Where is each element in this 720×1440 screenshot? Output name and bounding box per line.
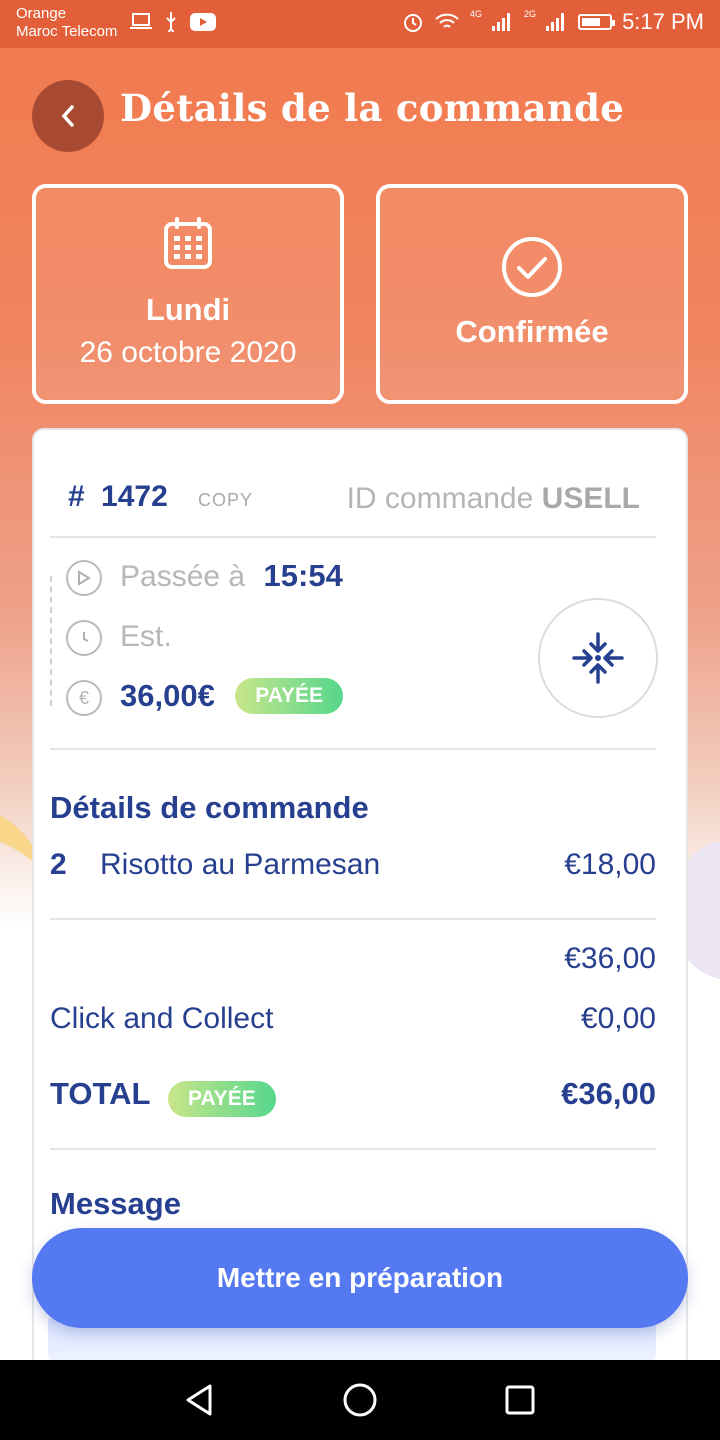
order-id: ID commande USELL — [346, 482, 640, 515]
navigation-bar — [0, 1360, 720, 1440]
order-status: Confirmée — [455, 314, 609, 349]
youtube-icon — [190, 13, 216, 31]
status-bar: Orange Maroc Telecom 4G 2G 5:17 PM — [0, 0, 720, 48]
order-amount: 36,00€ — [120, 678, 215, 713]
system-indicators: 4G 2G 5:17 PM — [402, 9, 704, 35]
start-preparation-button[interactable]: Mettre en préparation — [32, 1228, 688, 1328]
clock-icon — [83, 632, 89, 642]
signal-icon — [546, 13, 568, 31]
compress-arrows-icon — [572, 632, 624, 684]
notification-icons — [130, 12, 216, 32]
signal-icon — [492, 13, 514, 31]
paid-badge: PAYÉE — [168, 1081, 276, 1117]
check-circle-icon — [502, 237, 562, 297]
date-tile: Lundi 26 octobre 2020 — [32, 184, 344, 404]
section-title-message: Message — [50, 1186, 181, 1221]
order-number: # 1472 — [68, 480, 168, 513]
order-day: Lundi — [145, 292, 231, 327]
divider — [50, 1148, 656, 1150]
paid-badge: PAYÉE — [235, 678, 343, 714]
wifi-icon — [435, 13, 459, 28]
subtotal-value: €36,00 — [564, 942, 656, 975]
usb-icon — [166, 12, 176, 32]
order-card: # 1472 COPY ID commande USELL Passée à 1… — [32, 428, 688, 1368]
fee-value: €0,00 — [580, 1002, 656, 1035]
laptop-icon — [130, 13, 152, 29]
order-date: 26 octobre 2020 — [79, 336, 297, 369]
back-button[interactable] — [32, 80, 104, 152]
divider — [50, 918, 656, 920]
total-value: €36,00 — [561, 1076, 656, 1111]
item-name: Risotto au Parmesan — [100, 848, 381, 881]
play-icon — [78, 570, 91, 586]
battery-icon — [578, 14, 616, 30]
placed-at-row: Passée à 15:54 — [120, 558, 343, 593]
timeline-line — [50, 576, 54, 706]
network-type-label: 2G — [524, 9, 537, 19]
alarm-icon — [404, 14, 423, 32]
fee-label: Click and Collect — [50, 1002, 274, 1035]
recents-square-icon[interactable] — [502, 1382, 538, 1418]
amount-row: 36,00€ PAYÉE — [120, 678, 343, 714]
clock-time: 5:17 PM — [622, 9, 704, 34]
page-title: Détails de la commande — [120, 86, 625, 130]
calendar-icon — [164, 217, 212, 269]
play-icon — [66, 560, 102, 596]
status-tile: Confirmée — [376, 184, 688, 404]
total-label: TOTAL — [50, 1076, 151, 1111]
chevron-left-icon — [61, 105, 74, 127]
item-quantity: 2 — [50, 848, 67, 881]
collapse-button[interactable] — [538, 598, 658, 718]
back-triangle-icon[interactable] — [182, 1382, 218, 1418]
item-price: €18,00 — [564, 848, 656, 881]
copy-button[interactable]: COPY — [198, 490, 253, 511]
carrier-name: Orange Maroc Telecom — [16, 5, 118, 40]
clock-icon — [66, 620, 102, 656]
divider — [50, 748, 656, 750]
euro-icon: € — [66, 680, 102, 716]
estimated-time: Est. — [120, 620, 172, 653]
home-circle-icon[interactable] — [342, 1382, 378, 1418]
network-type-label: 4G — [470, 9, 483, 19]
section-title-details: Détails de commande — [50, 790, 369, 825]
divider — [50, 536, 656, 538]
